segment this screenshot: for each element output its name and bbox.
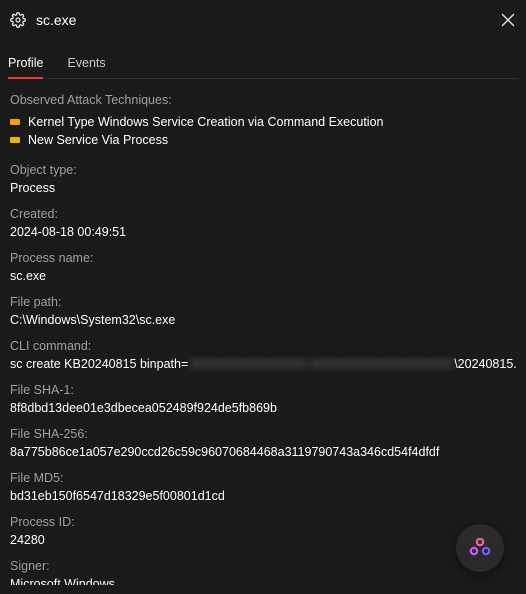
- field-value: Microsoft Windows: [10, 577, 516, 585]
- tab-events[interactable]: Events: [67, 50, 105, 78]
- tab-profile[interactable]: Profile: [8, 50, 43, 78]
- attack-technique-item[interactable]: New Service Via Process: [10, 131, 516, 149]
- field-value: C:\Windows\System32\sc.exe: [10, 313, 516, 327]
- field-value: 24280: [10, 533, 516, 547]
- field-label: Created:: [10, 207, 516, 221]
- attack-techniques-heading: Observed Attack Techniques:: [10, 93, 516, 107]
- field-object-type: Object type: Process: [10, 163, 516, 195]
- assistant-fab-button[interactable]: [456, 524, 504, 572]
- gear-icon: [8, 10, 28, 30]
- tab-bar: Profile Events: [8, 50, 518, 79]
- severity-indicator-icon: [10, 119, 20, 125]
- field-label: Object type:: [10, 163, 516, 177]
- field-process-id: Process ID: 24280: [10, 515, 516, 547]
- field-label: File SHA-1:: [10, 383, 516, 397]
- field-label: CLI command:: [10, 339, 516, 353]
- panel-header: sc.exe: [8, 8, 518, 40]
- attack-technique-label: New Service Via Process: [28, 133, 168, 147]
- attack-techniques-list: Kernel Type Windows Service Creation via…: [10, 113, 516, 149]
- severity-indicator-icon: [10, 137, 20, 143]
- field-value: 8f8dbd13dee01e3dbecea052489f924de5fb869b: [10, 401, 516, 415]
- field-created: Created: 2024-08-18 00:49:51: [10, 207, 516, 239]
- field-signer: Signer: Microsoft Windows: [10, 559, 516, 585]
- profile-content: Observed Attack Techniques: Kernel Type …: [8, 79, 518, 585]
- field-label: Process name:: [10, 251, 516, 265]
- close-button[interactable]: [498, 10, 518, 30]
- field-md5: File MD5: bd31eb150f6547d18329e5f00801d1…: [10, 471, 516, 503]
- field-sha1: File SHA-1: 8f8dbd13dee01e3dbecea052489f…: [10, 383, 516, 415]
- field-label: File SHA-256:: [10, 427, 516, 441]
- cli-visible-pre: sc create KB20240815 binpath=: [10, 357, 188, 371]
- field-label: File MD5:: [10, 471, 516, 485]
- field-sha256: File SHA-256: 8a775b86ce1a057e290ccd26c5…: [10, 427, 516, 459]
- close-icon: [501, 13, 515, 27]
- cli-redacted: XXXXXXXXXXXXXX XXXXXXXXXXXXXXXXX: [188, 357, 454, 371]
- field-file-path: File path: C:\Windows\System32\sc.exe: [10, 295, 516, 327]
- assistant-icon: [468, 536, 492, 560]
- attack-technique-item[interactable]: Kernel Type Windows Service Creation via…: [10, 113, 516, 131]
- field-label: Process ID:: [10, 515, 516, 529]
- page-title: sc.exe: [36, 12, 498, 28]
- field-label: File path:: [10, 295, 516, 309]
- field-cli-command: CLI command: sc create KB20240815 binpat…: [10, 339, 516, 371]
- field-label: Signer:: [10, 559, 516, 573]
- detail-panel: sc.exe Profile Events Observed Attack Te…: [0, 0, 526, 594]
- field-value: sc.exe: [10, 269, 516, 283]
- field-value: 8a775b86ce1a057e290ccd26c59c96070684468a…: [10, 445, 516, 459]
- field-value: bd31eb150f6547d18329e5f00801d1cd: [10, 489, 516, 503]
- cli-visible-post: \20240815.sys type=kernel start=...: [454, 357, 516, 371]
- field-value: 2024-08-18 00:49:51: [10, 225, 516, 239]
- field-process-name: Process name: sc.exe: [10, 251, 516, 283]
- attack-technique-label: Kernel Type Windows Service Creation via…: [28, 115, 384, 129]
- field-value: sc create KB20240815 binpath= XXXXXXXXXX…: [10, 357, 516, 371]
- field-value: Process: [10, 181, 516, 195]
